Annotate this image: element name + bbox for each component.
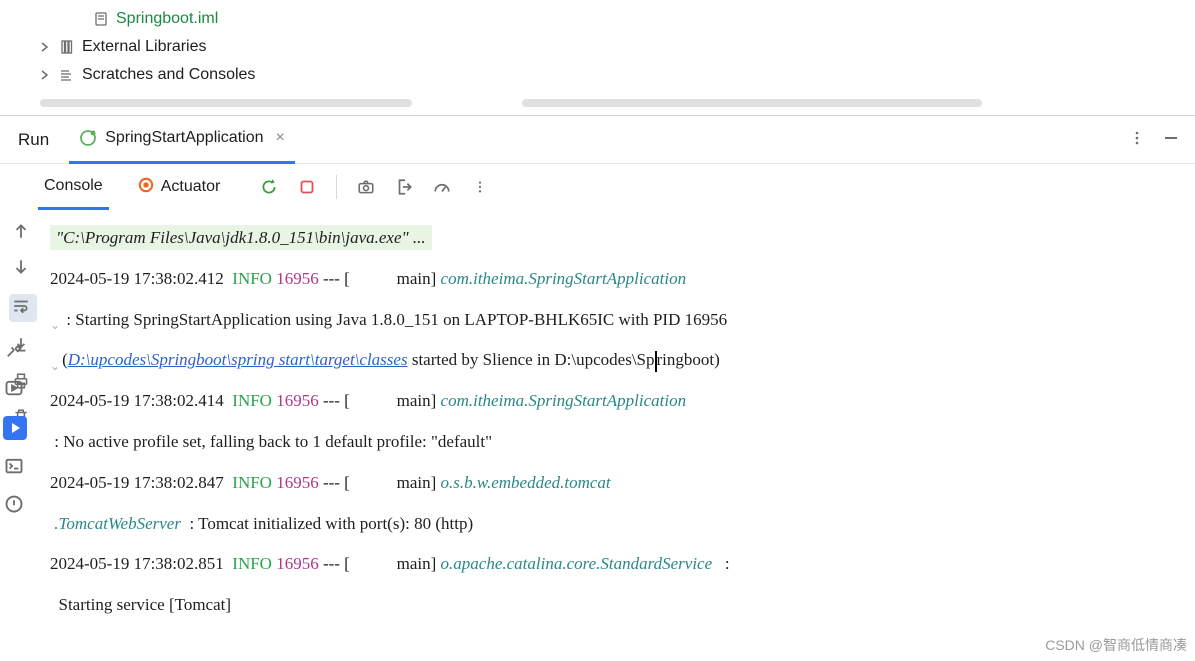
log-line: : No active profile set, falling back to… [50, 422, 1185, 463]
log-line: Starting service [Tomcat] [50, 585, 1185, 626]
project-tree: Springboot.iml External Libraries Scratc… [0, 0, 1195, 99]
tree-external-libs[interactable]: External Libraries [0, 33, 1195, 61]
rerun-button[interactable] [256, 174, 282, 200]
warning-icon[interactable] [4, 494, 26, 516]
actuator-tab-label: Actuator [161, 178, 221, 196]
actuator-icon [137, 176, 155, 199]
run-tab-label: SpringStartApplication [105, 129, 263, 147]
log-line: ⌄ : Starting SpringStartApplication usin… [50, 300, 1185, 341]
spring-run-icon [79, 129, 97, 147]
watermark: CSDN @智商低情商凑 [1045, 635, 1187, 655]
log-line: 2024-05-19 17:38:02.414 INFO 16956 --- [… [50, 381, 1185, 422]
run-config-tab[interactable]: SpringStartApplication × [69, 116, 295, 164]
exit-icon[interactable] [391, 174, 417, 200]
log-line: .TomcatWebServer : Tomcat initialized wi… [50, 504, 1185, 545]
hammer-icon[interactable] [4, 340, 26, 362]
tree-file-row[interactable]: Springboot.iml [0, 5, 1195, 33]
scratches-icon [58, 66, 76, 84]
library-icon [58, 38, 76, 56]
run-title: Run [18, 130, 49, 150]
ide-left-toolbar [0, 340, 30, 516]
run-tool-window: Run SpringStartApplication × Console Act… [0, 115, 1195, 634]
more-icon[interactable] [1129, 130, 1149, 150]
tree-scratches[interactable]: Scratches and Consoles [0, 61, 1195, 89]
soft-wrap-icon[interactable] [9, 294, 37, 322]
file-icon [92, 10, 110, 28]
divider [336, 175, 337, 199]
console-tab[interactable]: Console [38, 164, 109, 210]
close-tab-icon[interactable]: × [276, 129, 285, 147]
tree-file-label: Springboot.iml [116, 10, 218, 28]
play-outline-icon[interactable] [4, 378, 26, 400]
stop-button[interactable] [294, 174, 320, 200]
arrow-up-icon[interactable] [12, 222, 34, 244]
minimize-icon[interactable] [1163, 130, 1183, 150]
camera-icon[interactable] [353, 174, 379, 200]
chevron-right-icon [38, 42, 52, 52]
scrollbar-thumb[interactable] [40, 99, 412, 107]
arrow-down-icon[interactable] [12, 258, 34, 280]
tree-scratches-label: Scratches and Consoles [82, 66, 255, 84]
run-header: Run SpringStartApplication × [0, 116, 1195, 164]
log-line: ⌄(D:\upcodes\Springboot\spring start\tar… [50, 340, 1185, 381]
gauge-icon[interactable] [429, 174, 455, 200]
log-line: 2024-05-19 17:38:02.851 INFO 16956 --- [… [50, 544, 1185, 585]
log-line: 2024-05-19 17:38:02.847 INFO 16956 --- [… [50, 463, 1185, 504]
console-body: "C:\Program Files\Java\jdk1.8.0_151\bin\… [0, 210, 1195, 634]
more-vertical-icon[interactable] [467, 174, 493, 200]
path-link[interactable]: D:\upcodes\Springboot\spring start\targe… [68, 350, 408, 369]
run-active-icon[interactable] [3, 416, 27, 440]
log-line: 2024-05-19 17:38:02.412 INFO 16956 --- [… [50, 259, 1185, 300]
scrollbar-thumb[interactable] [522, 99, 982, 107]
tree-extlibs-label: External Libraries [82, 38, 207, 56]
horizontal-scrollbars [0, 99, 1195, 115]
cmd-line: "C:\Program Files\Java\jdk1.8.0_151\bin\… [50, 225, 432, 250]
terminal-icon[interactable] [4, 456, 26, 478]
chevron-right-icon [38, 70, 52, 80]
console-tab-label: Console [44, 177, 103, 195]
console-toolbar: Console Actuator [0, 164, 1195, 210]
console-output[interactable]: "C:\Program Files\Java\jdk1.8.0_151\bin\… [46, 210, 1195, 634]
actuator-tab[interactable]: Actuator [131, 164, 227, 210]
